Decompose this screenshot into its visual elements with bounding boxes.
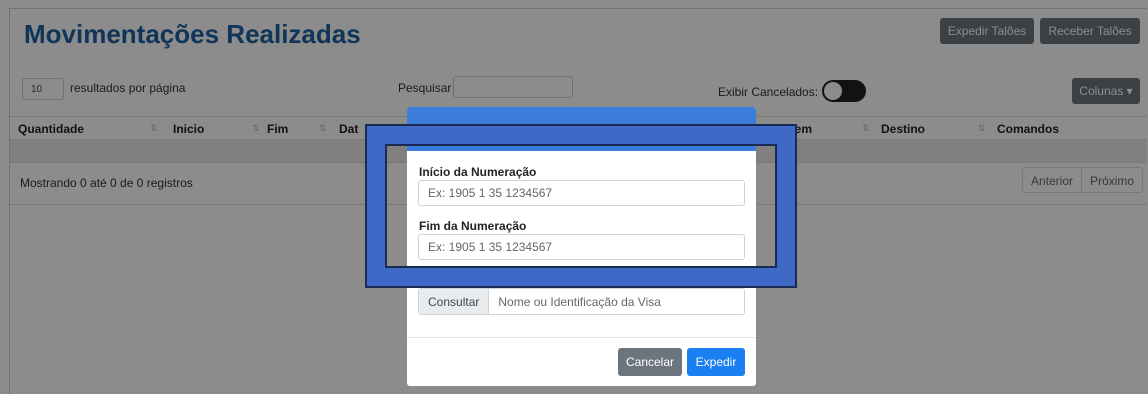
expedir-button[interactable]: Expedir	[687, 348, 745, 376]
highlight-box	[367, 126, 795, 286]
visa-lookup-group: Consultar Nome ou Identificação da Visa	[418, 288, 745, 315]
consult-button[interactable]: Consultar	[419, 289, 490, 314]
visa-search-input[interactable]: Nome ou Identificação da Visa	[489, 289, 661, 314]
cancel-button[interactable]: Cancelar	[618, 348, 682, 376]
modal-footer-divider	[407, 337, 756, 338]
